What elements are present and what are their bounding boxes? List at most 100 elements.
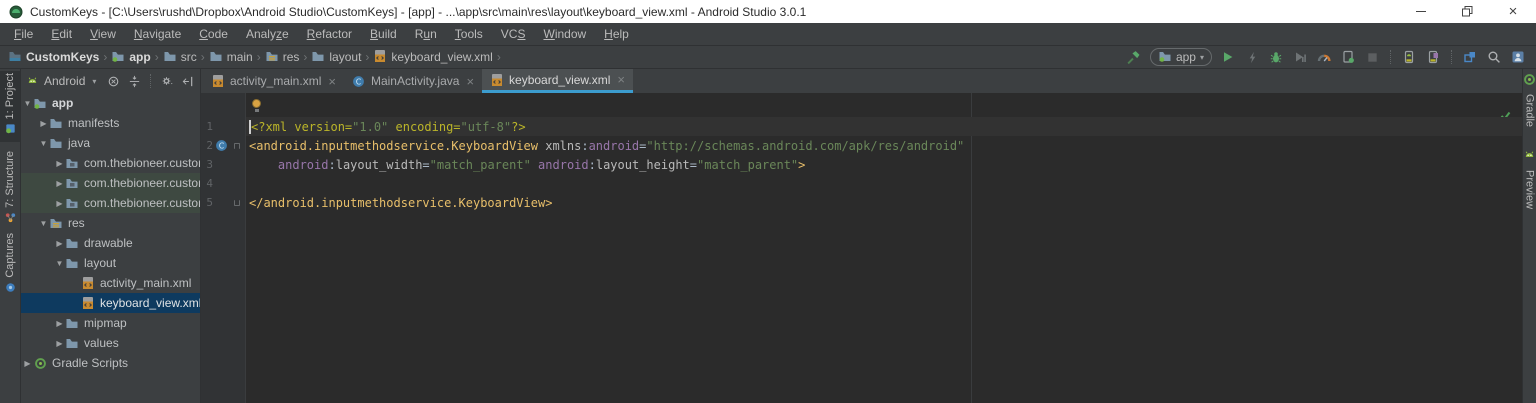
chevron-down-icon[interactable]: ▾ [92, 77, 96, 86]
stop-button[interactable] [1364, 49, 1380, 65]
code-token: "utf-8" [460, 119, 512, 134]
profile-button[interactable] [1292, 49, 1308, 65]
gutter-line-4[interactable]: 4 [201, 174, 246, 193]
profiler-gauge-button[interactable] [1316, 49, 1332, 65]
breadcrumb-layout[interactable]: layout [311, 49, 361, 66]
close-button[interactable]: × [1490, 0, 1536, 23]
breadcrumb-keyboard-view-xml[interactable]: keyboard_view.xml [373, 49, 493, 66]
avd-manager-button[interactable] [1401, 49, 1417, 65]
gutter-class-icon[interactable]: C [213, 139, 230, 152]
menu-tools[interactable]: Tools [446, 27, 492, 41]
tool-window-button-7-structure[interactable]: 7: Structure [0, 149, 20, 231]
build-hammer-button[interactable] [1126, 49, 1142, 65]
gutter-line-3[interactable]: 3 [201, 155, 246, 174]
run-configuration-selector[interactable]: app ▾ [1149, 48, 1212, 66]
minimize-button[interactable] [1398, 0, 1444, 23]
menu-code[interactable]: Code [190, 27, 237, 41]
tab-mainactivity-java[interactable]: C MainActivity.java × [344, 69, 482, 93]
code-line-2[interactable]: 2 C <android.inputmethodservice.KeyboardVi… [201, 136, 1522, 155]
chevron-expanded-icon[interactable]: ▼ [38, 139, 49, 148]
breadcrumb-main[interactable]: main [209, 49, 253, 66]
tree-item-java[interactable]: ▼ java [21, 133, 200, 153]
settings-gear-button[interactable] [159, 74, 174, 89]
menu-run[interactable]: Run [406, 27, 446, 41]
tree-item-layout[interactable]: ▼ layout [21, 253, 200, 273]
search-button[interactable] [1486, 49, 1502, 65]
collapse-all-button[interactable] [127, 74, 142, 89]
locate-button[interactable] [106, 74, 121, 89]
tab-close-icon[interactable]: × [466, 74, 474, 89]
breadcrumb-src[interactable]: src [163, 49, 197, 66]
code-content[interactable]: 1 <?xml version= "1.0" encoding= "utf-8" ?> 2… [201, 117, 1522, 212]
project-view-selector[interactable]: Android [44, 74, 85, 88]
code-token: = [639, 138, 647, 153]
chevron-collapsed-icon[interactable]: ▶ [54, 339, 65, 348]
menu-window[interactable]: Window [534, 27, 595, 41]
breadcrumb-res[interactable]: res [265, 49, 299, 66]
tool-window-button-1-project[interactable]: 1: Project [0, 71, 20, 143]
tree-item-gradle-scripts[interactable]: ▶ Gradle Scripts [21, 353, 200, 373]
menu-help[interactable]: Help [595, 27, 638, 41]
restore-button[interactable] [1444, 0, 1490, 23]
tree-item-drawable[interactable]: ▶ drawable [21, 233, 200, 253]
tree-item-res[interactable]: ▼ res [21, 213, 200, 233]
tool-window-button-gradle[interactable]: Gradle [1523, 71, 1536, 129]
menu-refactor[interactable]: Refactor [298, 27, 361, 41]
menu-navigate[interactable]: Navigate [125, 27, 190, 41]
gutter-line-5[interactable]: 5 [201, 193, 246, 212]
tab-close-icon[interactable]: × [617, 72, 625, 87]
code-text: </android.inputmethodservice.KeyboardVie… [246, 193, 1522, 212]
tab-close-icon[interactable]: × [328, 74, 336, 89]
sdk-manager-button[interactable] [1425, 49, 1441, 65]
gutter-line-1[interactable]: 1 [201, 117, 246, 136]
breadcrumb-customkeys[interactable]: CustomKeys [8, 49, 99, 66]
hide-panel-button[interactable] [180, 74, 195, 89]
code-line-1[interactable]: 1 <?xml version= "1.0" encoding= "utf-8" ?> [201, 117, 1522, 136]
tool-window-button-captures[interactable]: Captures [0, 231, 20, 301]
tree-item-manifests[interactable]: ▶ manifests [21, 113, 200, 133]
sync-project-button[interactable] [1462, 49, 1478, 65]
menu-view[interactable]: View [81, 27, 125, 41]
tree-item-activity-main-xml[interactable]: activity_main.xml [21, 273, 200, 293]
intention-bulb-icon[interactable] [252, 99, 261, 112]
code-editor[interactable]: 1 <?xml version= "1.0" encoding= "utf-8" ?> 2… [201, 93, 1522, 403]
fold-marker-icon[interactable] [230, 142, 244, 149]
code-line-4[interactable]: 4 [201, 174, 1522, 193]
chevron-expanded-icon[interactable]: ▼ [22, 99, 33, 108]
tree-item-app[interactable]: ▼ app [21, 93, 200, 113]
chevron-expanded-icon[interactable]: ▼ [38, 219, 49, 228]
apply-changes-button[interactable] [1244, 49, 1260, 65]
code-token: "http://schemas.android.com/apk/res/andr… [646, 138, 965, 153]
tree-item-mipmap[interactable]: ▶ mipmap [21, 313, 200, 333]
tab-activity-main-xml[interactable]: activity_main.xml × [203, 69, 344, 93]
gutter-line-2[interactable]: 2C [201, 136, 246, 155]
menu-analyze[interactable]: Analyze [237, 27, 298, 41]
chevron-collapsed-icon[interactable]: ▶ [38, 119, 49, 128]
chevron-collapsed-icon[interactable]: ▶ [54, 239, 65, 248]
chevron-expanded-icon[interactable]: ▼ [54, 259, 65, 268]
attach-debugger-button[interactable] [1340, 49, 1356, 65]
tree-item-com-thebioneer-custom[interactable]: ▶ com.thebioneer.custom [21, 173, 200, 193]
chevron-collapsed-icon[interactable]: ▶ [54, 199, 65, 208]
chevron-collapsed-icon[interactable]: ▶ [54, 319, 65, 328]
tree-item-com-thebioneer-custom[interactable]: ▶ com.thebioneer.custom [21, 153, 200, 173]
menu-build[interactable]: Build [361, 27, 406, 41]
code-line-5[interactable]: 5 </android.inputmethodservice.KeyboardVi… [201, 193, 1522, 212]
menu-edit[interactable]: Edit [42, 27, 81, 41]
debug-button[interactable] [1268, 49, 1284, 65]
menu-file[interactable]: File [5, 27, 42, 41]
run-button[interactable] [1220, 49, 1236, 65]
chevron-collapsed-icon[interactable]: ▶ [22, 359, 33, 368]
device-monitor-button[interactable] [1510, 49, 1526, 65]
breadcrumb-app[interactable]: app [111, 49, 151, 66]
tab-keyboard-view-xml[interactable]: keyboard_view.xml × [482, 69, 634, 93]
chevron-collapsed-icon[interactable]: ▶ [54, 159, 65, 168]
menu-vcs[interactable]: VCS [492, 27, 535, 41]
code-line-3[interactable]: 3 android: layout_width = "match_parent" an… [201, 155, 1522, 174]
fold-marker-icon[interactable] [230, 199, 244, 206]
tool-window-button-preview[interactable]: Preview [1523, 147, 1536, 211]
chevron-collapsed-icon[interactable]: ▶ [54, 179, 65, 188]
tree-item-com-thebioneer-custom[interactable]: ▶ com.thebioneer.custom [21, 193, 200, 213]
tree-item-keyboard-view-xml[interactable]: keyboard_view.xml [21, 293, 200, 313]
tree-item-values[interactable]: ▶ values [21, 333, 200, 353]
